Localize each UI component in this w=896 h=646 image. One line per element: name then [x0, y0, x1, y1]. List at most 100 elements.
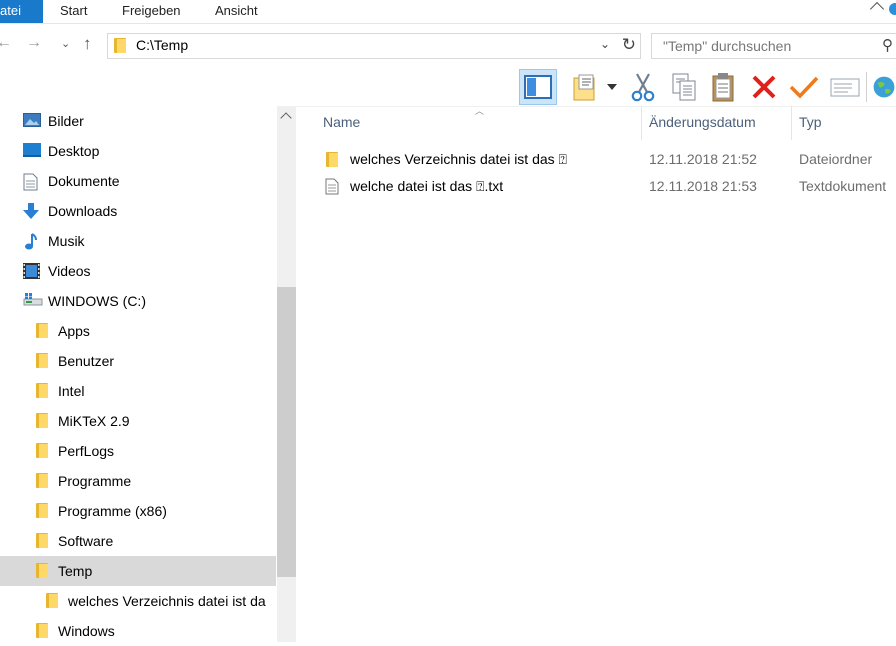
sidebar-item-label: Bilder: [48, 113, 84, 129]
navigation-pane: Bilder Desktop Dokumente Downloads Musik Vide…: [0, 106, 296, 642]
sidebar-item-7[interactable]: WINDOWS (C:): [0, 286, 276, 316]
file-name: welche datei ist das ⍰.txt: [350, 178, 504, 194]
folder-icon: [46, 593, 64, 609]
music-icon: [23, 233, 41, 250]
sidebar-item-10[interactable]: Intel: [0, 376, 276, 406]
sidebar-item-label: Apps: [58, 323, 90, 339]
sidebar-item-label: WINDOWS (C:): [48, 293, 146, 309]
tab-start[interactable]: Start: [60, 0, 87, 23]
scroll-up-icon[interactable]: [280, 112, 292, 124]
sidebar-item-12[interactable]: PerfLogs: [0, 436, 276, 466]
cut-icon: [631, 73, 655, 102]
scrollbar-thumb[interactable]: [277, 287, 296, 577]
sidebar-item-13[interactable]: Programme: [0, 466, 276, 496]
caret-down-icon: [607, 84, 617, 90]
sidebar-item-3[interactable]: Dokumente: [0, 166, 276, 196]
properties-icon: [573, 74, 595, 101]
sidebar-item-6[interactable]: Videos: [0, 256, 276, 286]
sidebar-item-4[interactable]: Downloads: [0, 196, 276, 226]
pictures-icon: [23, 113, 41, 129]
toolbar: [0, 66, 896, 107]
sidebar-item-8[interactable]: Apps: [0, 316, 276, 346]
globe-icon: [873, 76, 895, 98]
sidebar-item-1[interactable]: Bilder: [0, 106, 276, 136]
column-header-type[interactable]: Typ: [799, 114, 822, 130]
refresh-icon[interactable]: ↻: [622, 35, 636, 55]
sidebar-item-5[interactable]: Musik: [0, 226, 276, 256]
paste-icon: [712, 73, 734, 102]
sidebar-item-15[interactable]: Software: [0, 526, 276, 556]
sidebar-item-label: Temp: [58, 563, 93, 579]
sidebar-item-14[interactable]: Programme (x86): [0, 496, 276, 526]
help-icon[interactable]: [889, 3, 896, 15]
cut-button[interactable]: [624, 69, 662, 105]
delete-button[interactable]: [745, 69, 783, 105]
downloads-icon: [23, 203, 41, 219]
globe-button[interactable]: [872, 69, 896, 105]
sidebar-item-9[interactable]: Benutzer: [0, 346, 276, 376]
sidebar-item-2[interactable]: Desktop: [0, 136, 276, 166]
folder-icon: [36, 353, 54, 369]
copy-icon: [672, 73, 696, 101]
file-type: Dateiordner: [799, 151, 873, 167]
address-path[interactable]: C:\Temp: [136, 37, 188, 53]
sidebar-item-11[interactable]: MiKTeX 2.9: [0, 406, 276, 436]
properties-button[interactable]: [566, 69, 604, 105]
tab-share[interactable]: Freigeben: [122, 0, 181, 23]
back-button[interactable]: ←: [0, 34, 12, 52]
sidebar-item-label: Downloads: [48, 203, 118, 219]
delete-icon: [752, 75, 776, 99]
search-box[interactable]: ⚲: [651, 33, 896, 59]
sidebar-item-label: Videos: [48, 263, 91, 279]
forward-button[interactable]: →: [26, 34, 42, 52]
paste-button[interactable]: [704, 69, 742, 105]
sidebar-item-label: Musik: [48, 233, 85, 249]
tab-file[interactable]: Datei: [0, 0, 43, 23]
ribbon-tabs: Datei Start Freigeben Ansicht: [0, 0, 896, 24]
rename-button[interactable]: [785, 69, 823, 105]
column-separator[interactable]: [641, 106, 642, 140]
folder-icon: [36, 323, 54, 339]
tab-view[interactable]: Ansicht: [215, 0, 258, 23]
file-date: 12.11.2018 21:52: [649, 151, 757, 167]
folder-icon: [36, 503, 54, 519]
check-icon: [789, 76, 819, 99]
sidebar-item-16[interactable]: Temp: [0, 556, 276, 586]
column-header-date[interactable]: Änderungsdatum: [649, 114, 756, 130]
sort-up-icon: ︿: [475, 106, 485, 116]
file-list: ︿ Name Änderungsdatum Typ welches Verzei…: [297, 106, 896, 642]
mail-button[interactable]: [826, 69, 864, 105]
folder-icon: [36, 473, 54, 489]
chevron-down-icon[interactable]: ⌄: [600, 37, 610, 51]
documents-icon: [23, 173, 41, 191]
drive-icon: [23, 293, 43, 309]
desktop-icon: [23, 143, 41, 159]
search-input[interactable]: [661, 37, 870, 55]
folder-icon: [36, 383, 54, 399]
column-separator[interactable]: [791, 106, 792, 140]
up-button[interactable]: ↑: [83, 34, 92, 54]
folder-icon: [36, 533, 54, 549]
text-file-icon: [325, 178, 339, 198]
file-row[interactable]: welche datei ist das ⍰.txt 12.11.2018 21…: [322, 174, 896, 200]
navigation-pane-icon: [524, 75, 552, 99]
sidebar-item-label: MiKTeX 2.9: [58, 413, 130, 429]
sidebar-item-label: Programme (x86): [58, 503, 167, 519]
file-row[interactable]: welches Verzeichnis datei ist das ⍰ 12.1…: [322, 147, 896, 173]
copy-button[interactable]: [665, 69, 703, 105]
recent-locations-chevron-icon[interactable]: ⌄: [61, 37, 70, 50]
column-header-name[interactable]: Name: [323, 114, 360, 130]
sidebar-scrollbar[interactable]: [277, 106, 296, 642]
properties-dropdown[interactable]: [600, 69, 624, 105]
file-type: Textdokument: [799, 178, 887, 194]
navigation-pane-button[interactable]: [519, 69, 557, 105]
search-icon[interactable]: ⚲: [882, 36, 893, 54]
folder-icon: [36, 623, 54, 639]
collapse-ribbon-icon[interactable]: [869, 1, 885, 17]
file-date: 12.11.2018 21:53: [649, 178, 757, 194]
sidebar-item-17[interactable]: welches Verzeichnis datei ist da: [0, 586, 276, 616]
sidebar-item-label: Desktop: [48, 143, 100, 159]
address-bar[interactable]: C:\Temp ⌄ ↻: [107, 33, 641, 59]
sidebar-item-label: PerfLogs: [58, 443, 115, 459]
sidebar-item-label: Software: [58, 533, 114, 549]
